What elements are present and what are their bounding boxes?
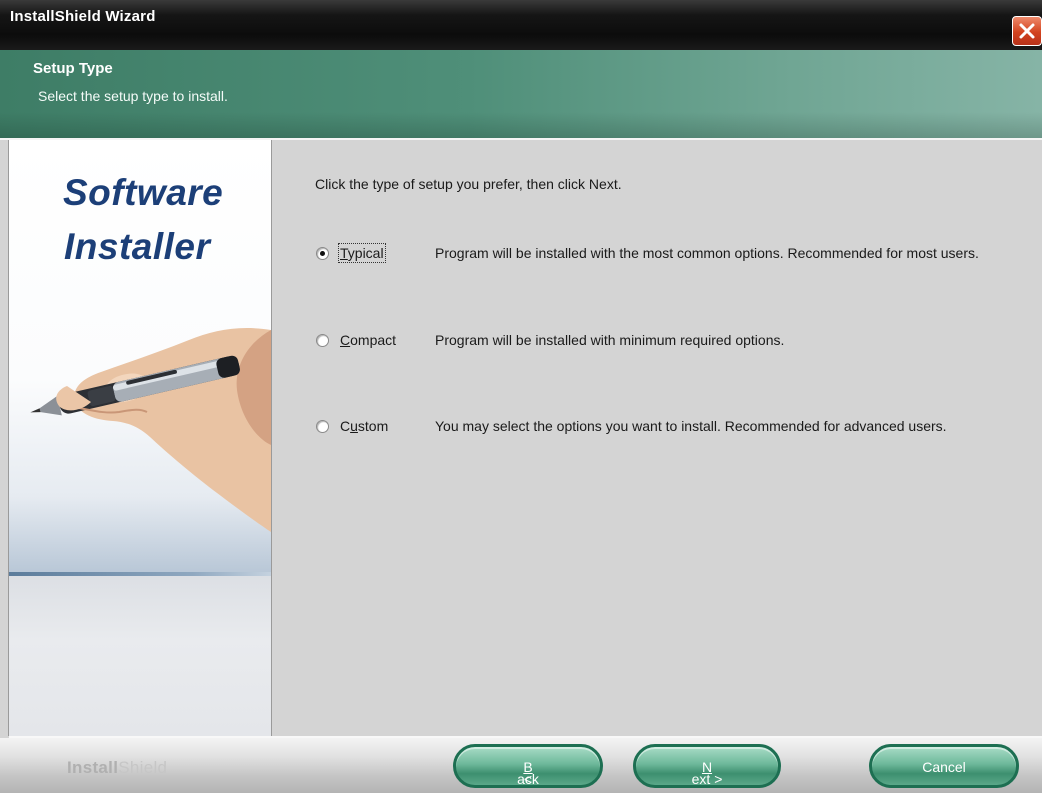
- title-bar[interactable]: InstallShield Wizard: [0, 0, 1042, 50]
- brand-installer: Installer: [64, 226, 211, 267]
- cancel-button-label: Cancel: [922, 759, 966, 775]
- installshield-logo: InstallShield: [67, 758, 168, 777]
- setup-type-panel: Click the type of setup you prefer, then…: [272, 140, 1042, 736]
- close-button[interactable]: [1012, 16, 1042, 46]
- step-subtitle: Select the setup type to install.: [38, 88, 228, 104]
- back-button-label: < Back: [517, 759, 539, 787]
- typical-description: Program will be installed with the most …: [435, 245, 979, 261]
- compact-radio[interactable]: [316, 334, 329, 347]
- banner-lower: [9, 576, 271, 736]
- custom-description: You may select the options you want to i…: [435, 418, 947, 434]
- installshield-window: InstallShield Wizard Setup Type Select t…: [0, 0, 1042, 793]
- compact-description: Program will be installed with minimum r…: [435, 332, 785, 348]
- wizard-header: Setup Type Select the setup type to inst…: [0, 50, 1042, 138]
- instructions-text: Click the type of setup you prefer, then…: [315, 176, 622, 192]
- compact-label[interactable]: Compact: [340, 332, 396, 348]
- side-banner: Software Installer: [9, 140, 271, 736]
- window-title: InstallShield Wizard: [10, 8, 156, 25]
- cancel-button[interactable]: Cancel: [869, 744, 1019, 788]
- banner-art: Software Installer: [9, 140, 271, 575]
- wizard-footer: InstallShield < Back Next > Cancel: [0, 738, 1042, 793]
- brand-software: Software: [63, 172, 224, 213]
- next-button-label: Next >: [691, 759, 723, 787]
- next-button[interactable]: Next >: [633, 744, 781, 788]
- close-icon: [1019, 23, 1035, 39]
- typical-radio[interactable]: [316, 247, 329, 260]
- typical-label[interactable]: Typical: [338, 243, 386, 263]
- custom-label[interactable]: Custom: [340, 418, 388, 434]
- step-title: Setup Type: [33, 60, 113, 77]
- back-button[interactable]: < Back: [453, 744, 603, 788]
- custom-radio[interactable]: [316, 420, 329, 433]
